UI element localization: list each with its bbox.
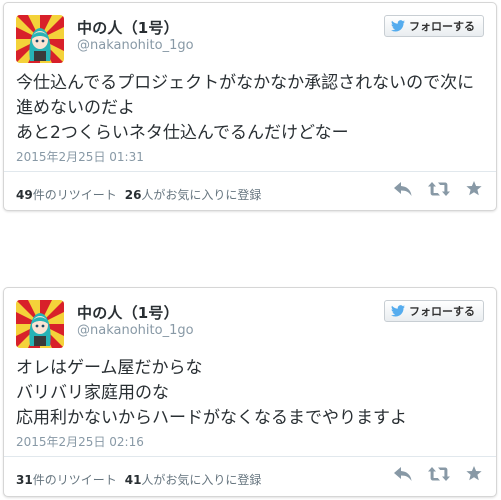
tweet-text: オレはゲーム屋だからな バリバリ家庭用のな 応用利かないからハードがなくなるまで… [16,358,407,428]
retweet-icon[interactable] [428,181,450,196]
favorite-label: 人がお気に入りに登録 [141,473,262,487]
retweet-icon[interactable] [428,466,450,481]
favorite-stat[interactable]: 41人がお気に入りに登録 [125,471,262,488]
retweet-label: 件のリツイート [32,473,117,487]
favorite-count: 41 [124,473,142,487]
avatar-image [16,300,64,348]
tweet-stats: 49件のリツイート 26人がお気に入りに登録 [16,186,261,203]
display-name[interactable]: 中の人（1号） [77,302,179,323]
retweet-label: 件のリツイート [32,188,117,202]
favorite-count: 26 [124,188,142,202]
favorite-star-icon[interactable] [466,466,482,481]
avatar[interactable] [16,15,64,63]
follow-button[interactable]: フォローする [384,300,484,322]
tweet-card: 中の人（1号） @nakanohito_1go フォローする オレはゲーム屋だか… [3,287,497,497]
favorite-star-icon[interactable] [466,181,482,196]
twitter-bird-icon [391,305,405,317]
retweet-count: 49 [16,188,33,202]
retweet-stat[interactable]: 31件のリツイート [16,471,117,488]
retweet-stat[interactable]: 49件のリツイート [16,186,117,203]
tweet-actions [394,466,482,481]
tweet-stats: 31件のリツイート 41人がお気に入りに登録 [16,471,261,488]
follow-button-label: フォローする [409,305,475,318]
favorite-stat[interactable]: 26人がお気に入りに登録 [125,186,262,203]
user-handle[interactable]: @nakanohito_1go [77,323,194,338]
reply-icon[interactable] [394,466,412,481]
follow-button[interactable]: フォローする [384,15,484,37]
twitter-bird-icon [391,20,405,32]
tweet-text: 今仕込んでるプロジェクトがなかなか承認されないので次に 進めないのだよ あと2つ… [16,73,475,143]
avatar[interactable] [16,300,64,348]
display-name[interactable]: 中の人（1号） [77,17,179,38]
tweet-timestamp[interactable]: 2015年2月25日 02:16 [16,433,144,450]
tweet-card: 中の人（1号） @nakanohito_1go フォローする 今仕込んでるプロジ… [3,2,497,211]
user-handle[interactable]: @nakanohito_1go [77,38,194,53]
avatar-image [16,15,64,63]
tweet-actions [394,181,482,196]
retweet-count: 31 [16,473,33,487]
follow-button-label: フォローする [409,20,475,33]
divider [4,171,496,172]
favorite-label: 人がお気に入りに登録 [141,188,262,202]
divider [4,456,496,457]
reply-icon[interactable] [394,181,412,196]
tweet-timestamp[interactable]: 2015年2月25日 01:31 [16,148,144,165]
